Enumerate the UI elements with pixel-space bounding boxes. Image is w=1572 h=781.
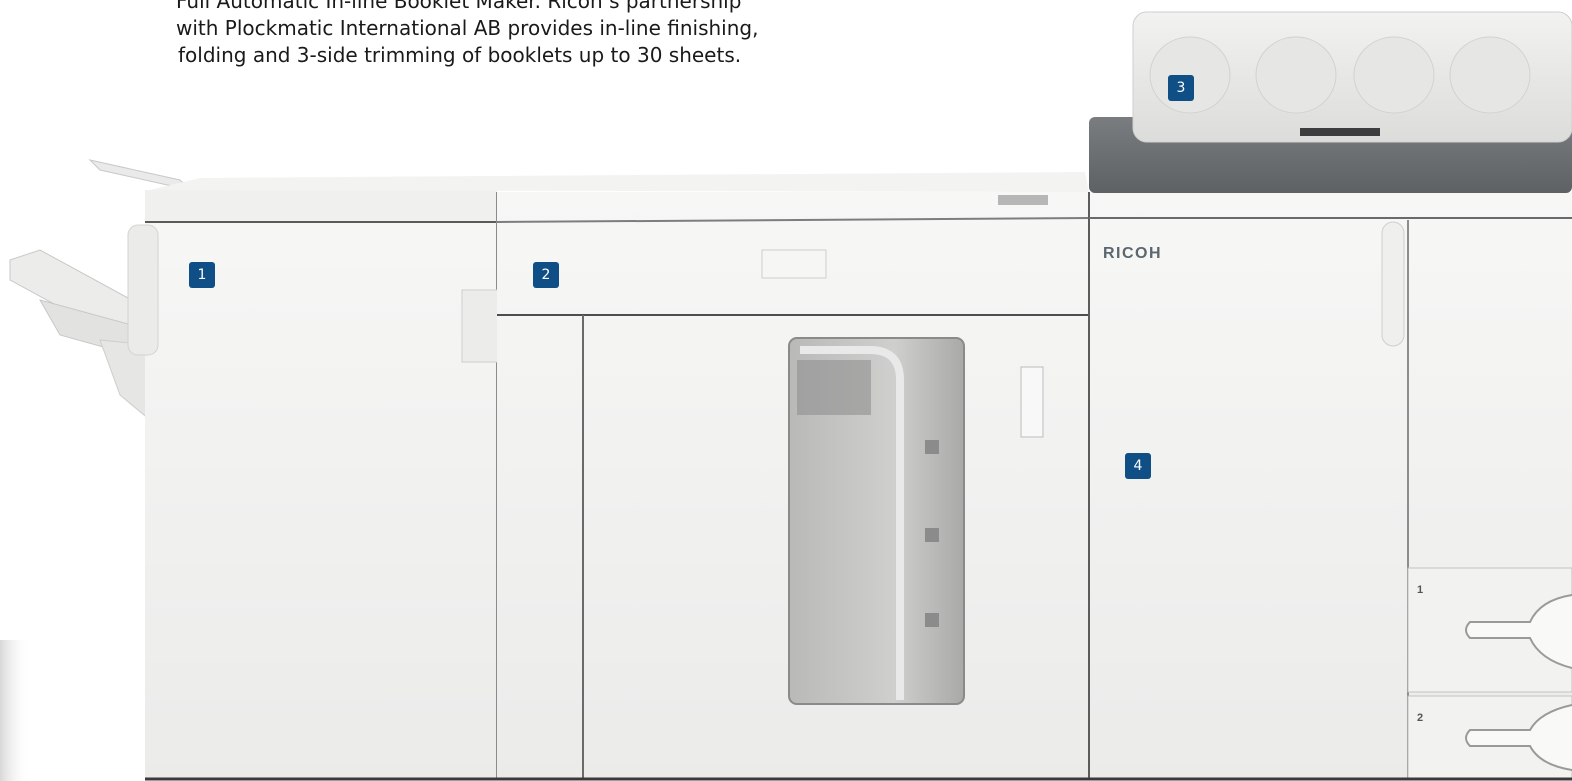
booklet-maker-module bbox=[127, 190, 501, 780]
callout-badge-2: 2 bbox=[533, 262, 559, 288]
printer-main-body bbox=[1088, 192, 1572, 781]
printer-system-photo bbox=[0, 11, 1572, 781]
caption-line-3: folding and 3-side trimming of booklets … bbox=[178, 43, 742, 67]
tray-2-label: 2 bbox=[1417, 712, 1424, 724]
callout-badge-1: 1 bbox=[189, 262, 215, 288]
callout-badge-4: 4 bbox=[1125, 453, 1151, 479]
scanner-unit bbox=[1089, 11, 1572, 193]
tray-1-label: 1 bbox=[1417, 584, 1424, 596]
product-caption: Full Automatic In-line Booklet Maker. Ri… bbox=[176, 0, 816, 69]
caption-line-2: with Plockmatic International AB provide… bbox=[176, 16, 759, 40]
callout-badge-3: 3 bbox=[1168, 75, 1194, 101]
caption-line-1: Full Automatic In-line Booklet Maker. Ri… bbox=[176, 0, 742, 13]
ricoh-logo: RICOH bbox=[1103, 245, 1163, 262]
